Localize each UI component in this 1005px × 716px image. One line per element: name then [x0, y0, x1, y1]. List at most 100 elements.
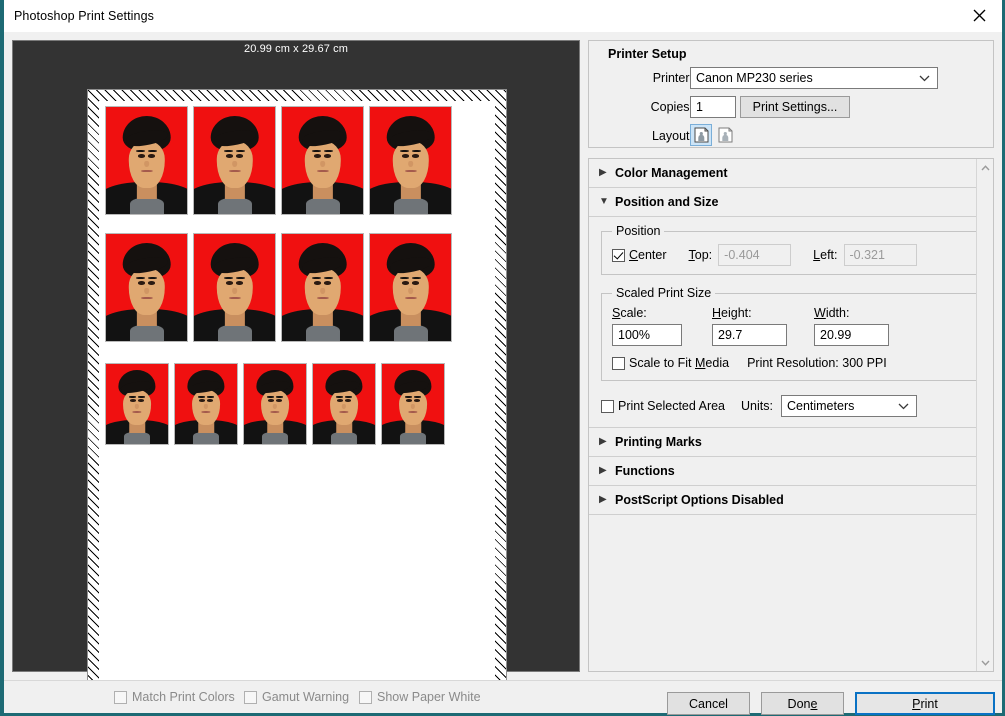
photo-row [105, 233, 452, 342]
scale-to-fit-media-checkbox[interactable] [612, 356, 625, 370]
disclosure-triangle-icon: ▶ [599, 465, 607, 476]
photo-thumbnail [174, 363, 238, 445]
landscape-orientation-icon[interactable] [714, 124, 736, 146]
match-print-colors-label: Match Print Colors [132, 690, 235, 704]
cancel-button[interactable]: Cancel [667, 692, 750, 715]
window-title: Photoshop Print Settings [14, 9, 154, 23]
photo-thumbnail [369, 106, 452, 215]
photo-thumbnail [193, 106, 276, 215]
chevron-up-icon[interactable] [977, 159, 993, 176]
print-button[interactable]: Print [855, 692, 995, 715]
disclosure-triangle-icon: ▼ [599, 196, 609, 207]
title-bar: Photoshop Print Settings [4, 0, 1002, 32]
scale-input[interactable]: 100% [612, 324, 682, 346]
close-icon[interactable] [956, 0, 1002, 31]
section-label-position-and-size: Position and Size [615, 195, 719, 209]
center-checkbox[interactable] [612, 248, 625, 262]
show-paper-white-label: Show Paper White [377, 690, 481, 704]
print-resolution-label: Print Resolution: 300 PPI [747, 356, 887, 370]
top-input[interactable]: -0.404 [718, 244, 792, 266]
units-select[interactable]: Centimeters [780, 395, 917, 417]
scale-value: 100% [618, 328, 650, 342]
footer-bar: Match Print Colors Gamut Warning Show Pa… [4, 680, 1002, 713]
print-area-row: Print Selected Area Units: Centimeters [601, 395, 993, 417]
width-value: 20.99 [820, 328, 852, 342]
print-button-label: Print [912, 696, 938, 711]
position-legend: Position [612, 224, 665, 238]
photo-row [105, 106, 452, 215]
match-print-colors-checkbox[interactable] [114, 690, 127, 704]
copies-label: Copies: [650, 100, 693, 114]
gamut-warning-checkbox[interactable] [244, 690, 257, 704]
section-label-color-management: Color Management [615, 166, 728, 180]
section-header-postscript-options[interactable]: ▶ PostScript Options Disabled [589, 486, 993, 515]
printer-select[interactable]: Canon MP230 series [690, 67, 938, 89]
units-select-value: Centimeters [786, 399, 855, 413]
options-sections: ▶ Color Management ▼ Position and Size P… [588, 158, 994, 672]
section-label-postscript-options: PostScript Options Disabled [615, 493, 784, 507]
printer-setup-title: Printer Setup [608, 47, 687, 61]
landscape-glyph [718, 127, 732, 143]
disclosure-triangle-icon: ▶ [599, 167, 607, 178]
photo-thumbnail [381, 363, 445, 445]
copies-input[interactable]: 1 [690, 96, 736, 118]
cancel-button-label: Cancel [689, 696, 728, 711]
preview-paper-inner [99, 101, 495, 680]
close-glyph [973, 9, 985, 22]
section-label-printing-marks: Printing Marks [615, 435, 702, 449]
left-input[interactable]: -0.321 [843, 244, 917, 266]
photo-grid [99, 101, 495, 680]
section-header-functions[interactable]: ▶ Functions [589, 457, 993, 486]
width-input[interactable]: 20.99 [814, 324, 889, 346]
gamut-warning-label: Gamut Warning [262, 690, 350, 704]
top-value: -0.404 [724, 248, 760, 262]
photo-thumbnail [281, 233, 364, 342]
section-header-position-and-size[interactable]: ▼ Position and Size [589, 188, 993, 217]
chevron-down-icon[interactable] [977, 654, 993, 671]
top-label: Top: [688, 248, 713, 262]
photo-thumbnail [312, 363, 376, 445]
preview-paper[interactable] [87, 89, 507, 692]
printer-label: Printer: [652, 71, 693, 85]
gamut-warning-row: Gamut Warning [244, 690, 349, 704]
height-input[interactable]: 29.7 [712, 324, 787, 346]
options-scrollbar[interactable] [976, 159, 993, 671]
left-label: Left: [813, 248, 838, 262]
disclosure-triangle-icon: ▶ [599, 436, 607, 447]
photo-thumbnail [281, 106, 364, 215]
done-button-label: Done [787, 696, 818, 711]
disclosure-triangle-icon: ▶ [599, 494, 607, 505]
position-fieldset: Position Center Top: -0.404 Left: -0.321 [601, 224, 981, 275]
print-selected-area-checkbox[interactable] [601, 399, 614, 413]
printer-setup-group: Printer Setup Printer: Canon MP230 serie… [588, 40, 994, 148]
height-label: Height: [712, 306, 752, 320]
photo-thumbnail [105, 106, 188, 215]
options-pane: Printer Setup Printer: Canon MP230 serie… [588, 40, 994, 672]
section-label-functions: Functions [615, 464, 675, 478]
show-paper-white-row: Show Paper White [359, 690, 481, 704]
width-label: Width: [814, 306, 850, 320]
height-value: 29.7 [718, 328, 743, 342]
section-header-printing-marks[interactable]: ▶ Printing Marks [589, 428, 993, 457]
photo-thumbnail [193, 233, 276, 342]
photo-thumbnail [243, 363, 307, 445]
print-settings-button[interactable]: Print Settings... [740, 96, 850, 118]
printer-select-value: Canon MP230 series [696, 71, 813, 85]
scale-to-fit-media-label: Scale to Fit Media [629, 356, 730, 370]
done-button[interactable]: Done [761, 692, 844, 715]
match-print-colors-row: Match Print Colors [114, 690, 235, 704]
photo-thumbnail [105, 363, 169, 445]
print-settings-button-label: Print Settings... [752, 100, 838, 114]
scale-label: Scale: [612, 306, 647, 320]
show-paper-white-checkbox[interactable] [359, 690, 372, 704]
print-settings-dialog: Photoshop Print Settings 20.99 cm x 29.6… [0, 0, 1005, 716]
units-label: Units: [741, 399, 773, 413]
center-label: Center [629, 248, 667, 262]
print-selected-area-label: Print Selected Area [618, 399, 726, 413]
portrait-orientation-icon[interactable] [690, 124, 712, 146]
section-header-color-management[interactable]: ▶ Color Management [589, 159, 993, 188]
dialog-body: 20.99 cm x 29.67 cm Printer Setup Printe… [4, 32, 1002, 692]
layout-label: Layout: [651, 129, 693, 143]
photo-row [105, 363, 445, 445]
chevron-down-icon [919, 71, 930, 85]
